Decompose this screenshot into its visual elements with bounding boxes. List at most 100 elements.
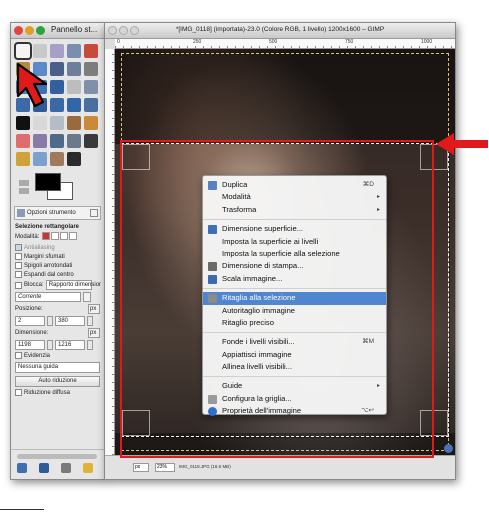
crop-tool-icon[interactable] [67,80,81,94]
menu-item-autoritaglio-immagine[interactable]: Autoritaglio immagine [203,305,386,317]
rounded-checkbox[interactable] [15,262,22,269]
paintbrush-tool-icon[interactable] [84,116,98,130]
select-by-color-tool-icon[interactable] [84,44,98,58]
feather-label: Margini sfumati [24,253,65,260]
mode-subtract-icon[interactable] [60,232,69,240]
tab-menu-button[interactable] [90,209,98,217]
antialiasing-checkbox[interactable] [15,244,22,251]
menu-item-proprietà-dell-immagine[interactable]: Proprietà dell'immagine ⌥↩ [203,405,386,417]
default-colors-icon[interactable] [19,180,29,194]
blend-tool-icon[interactable] [50,116,64,130]
free-select-tool-icon[interactable] [50,44,64,58]
highlight-checkbox[interactable] [15,352,22,359]
zoom-tool-icon[interactable] [84,62,98,76]
menu-item-fonde-i-livelli-visibili[interactable]: Fonde i livelli visibili... ⌘M [203,336,386,348]
zoom-window-button[interactable] [36,26,45,35]
text-tool-icon[interactable] [16,116,30,130]
unit-dropdown[interactable]: px [133,463,149,472]
ruler-mark: 0 [117,39,120,45]
current-button[interactable] [83,292,91,302]
tool-options-tab[interactable]: Opzioni strumento [14,206,101,220]
position-y-input[interactable]: 380 [55,316,85,326]
mode-intersect-icon[interactable] [69,232,78,240]
ink-tool-icon[interactable] [50,134,64,148]
menu-item-label: Configura la griglia... [222,393,292,403]
restore-options-icon[interactable] [39,463,49,473]
bucket-fill-tool-icon[interactable] [33,116,47,130]
fixed-checkbox[interactable] [15,281,22,289]
menu-item-dimensione-di-stampa[interactable]: Dimensione di stampa... [203,260,386,272]
toolbox-scrollbar[interactable] [17,454,97,459]
size-height-input[interactable]: 1216 [55,340,85,350]
smudge-tool-icon[interactable] [50,152,64,166]
menu-item-guide[interactable]: Guide ▸ [203,380,386,392]
expand-center-checkbox[interactable] [15,271,22,278]
menu-item-modalità[interactable]: Modalità ▸ [203,191,386,203]
menu-item-dimensione-superficie[interactable]: Dimensione superficie... [203,223,386,235]
menu-item-trasforma[interactable]: Trasforma ▸ [203,204,386,216]
antialiasing-row[interactable]: Antialiasing [15,244,100,251]
fixed-dropdown[interactable]: Rapporto dimensior [45,280,101,290]
blur-tool-icon[interactable] [33,152,47,166]
menu-item-duplica[interactable]: Duplica ⌘D [203,179,386,191]
size-unit[interactable]: px [88,328,100,338]
dodge-burn-tool-icon[interactable] [67,152,81,166]
navigate-icon[interactable] [444,444,453,453]
position-y-spinner[interactable] [87,316,93,326]
auto-shrink-button[interactable]: Auto riduzione [15,376,100,387]
ellipse-select-tool-icon[interactable] [33,44,47,58]
vertical-ruler[interactable] [105,49,115,455]
mode-row: Modalità: [15,232,100,242]
position-x-input[interactable]: 2 [15,316,45,326]
reset-options-icon[interactable] [83,463,93,473]
foreground-color-swatch[interactable] [35,173,61,191]
menu-item-configura-la-griglia[interactable]: Configura la griglia... [203,393,386,405]
shrink-merged-checkbox[interactable] [15,389,22,396]
menu-item-imposta-la-superficie-alla-selezione[interactable]: Imposta la superficie alla selezione [203,248,386,260]
shrink-merged-row[interactable]: Riduzione diffusa [15,389,100,396]
perspective-clone-tool-icon[interactable] [16,152,30,166]
delete-options-icon[interactable] [61,463,71,473]
menu-item-allinea-livelli-visibili[interactable]: Allinea livelli visibili... [203,361,386,373]
fuzzy-select-tool-icon[interactable] [67,44,81,58]
cage-tool-icon[interactable] [84,98,98,112]
position-x-spinner[interactable] [47,316,53,326]
rect-select-tool-icon[interactable] [14,42,32,60]
menu-item-imposta-la-superficie-ai-livelli[interactable]: Imposta la superficie ai livelli [203,236,386,248]
color-picker-tool-icon[interactable] [67,62,81,76]
minimize-window-button[interactable] [25,26,34,35]
rotate-tool-icon[interactable] [84,80,98,94]
rounded-row[interactable]: Spigoli arrotondati [15,262,100,269]
expand-center-row[interactable]: Espandi dal centro [15,271,100,278]
highlight-row[interactable]: Evidenzia [15,352,100,359]
mode-add-icon[interactable] [51,232,60,240]
airbrush-tool-icon[interactable] [33,134,47,148]
eraser-tool-icon[interactable] [16,134,30,148]
image-window-titlebar[interactable]: *[IMG_0118] (importata)-23.0 (Colore RGB… [105,23,455,39]
clone-tool-icon[interactable] [67,134,81,148]
feather-checkbox[interactable] [15,253,22,260]
mode-replace-icon[interactable] [42,232,51,240]
toolbox-titlebar[interactable]: Pannello st... [11,23,104,39]
pencil-tool-icon[interactable] [67,116,81,130]
menu-item-appiattisci-immagine[interactable]: Appiattisci immagine [203,349,386,361]
guide-dropdown[interactable]: Nessuna guida [15,362,100,373]
menu-item-ritaglio-preciso[interactable]: Ritaglio preciso [203,317,386,329]
position-unit[interactable]: px [88,304,100,314]
menu-item-label: Modalità [222,192,251,202]
heal-tool-icon[interactable] [84,134,98,148]
menu-item-scala-immagine[interactable]: Scala immagine... [203,273,386,285]
size-height-spinner[interactable] [87,340,93,350]
close-window-button[interactable] [14,26,23,35]
size-label: Dimensione: [15,330,49,336]
horizontal-ruler[interactable]: 0 250 500 750 1000 [115,39,455,49]
current-field[interactable]: Corrente [15,292,81,302]
size-width-spinner[interactable] [47,340,53,350]
duplicate-icon [208,181,217,190]
menu-item-ritaglia-alla-selezione[interactable]: Ritaglia alla selezione [203,292,386,305]
save-options-icon[interactable] [17,463,27,473]
feather-row[interactable]: Margini sfumati [15,253,100,260]
flip-tool-icon[interactable] [67,98,81,112]
zoom-dropdown[interactable]: 23% [155,463,175,472]
size-width-input[interactable]: 1198 [15,340,45,350]
